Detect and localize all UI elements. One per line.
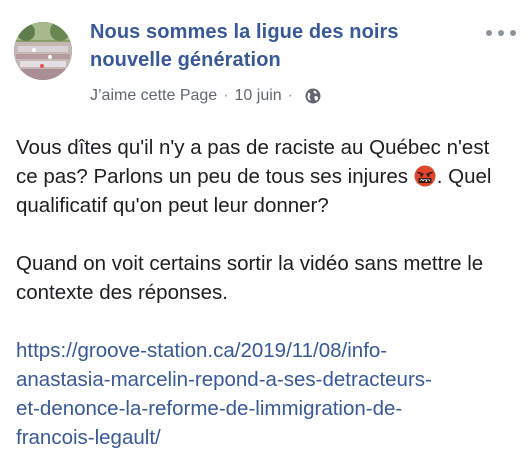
meta-separator: · [223,87,229,104]
like-page-link[interactable]: J’aime cette Page [90,87,217,105]
page-avatar[interactable] [14,22,72,80]
link-line-4[interactable]: francois-legault/ [16,423,516,452]
post-body: Vous dîtes qu'il n'y a pas de raciste au… [16,133,516,452]
globe-icon[interactable] [305,88,321,104]
more-options-icon[interactable] [486,26,516,40]
post-paragraph-1: Vous dîtes qu'il n'y a pas de raciste au… [16,133,516,220]
angry-face-with-symbols-icon [414,165,436,187]
page-name-line1[interactable]: Nous sommes la ligue des noirs [90,18,460,46]
link-line-1[interactable]: https://groove-station.ca/2019/11/08/inf… [16,336,516,365]
page-name-line2[interactable]: nouvelle génération [90,46,460,74]
post-paragraph-2: Quand on voit certains sortir la vidéo s… [16,252,484,304]
link-line-2[interactable]: anastasia-marcelin-repond-a-ses-detracte… [16,365,516,394]
post-meta: J’aime cette Page · 10 juin · [90,85,321,107]
meta-separator-2: · [287,87,293,104]
facebook-post: Nous sommes la ligue des noirs nouvelle … [0,0,530,449]
page-name-link[interactable]: Nous sommes la ligue des noirs nouvelle … [90,18,460,74]
link-line-3[interactable]: et-denonce-la-reforme-de-limmigration-de… [16,394,516,423]
post-link[interactable]: https://groove-station.ca/2019/11/08/inf… [16,336,516,452]
post-date-link[interactable]: 10 juin [235,87,282,105]
